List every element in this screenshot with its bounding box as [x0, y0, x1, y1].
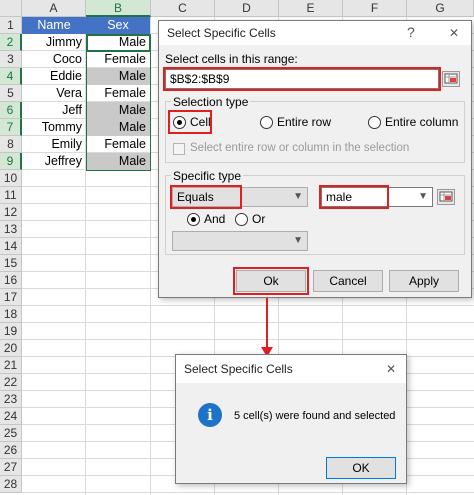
column-header-a[interactable]: A: [22, 0, 86, 17]
row-header-6[interactable]: 6: [0, 102, 22, 119]
row-header-28[interactable]: 28: [0, 476, 22, 493]
row-header-11[interactable]: 11: [0, 187, 22, 204]
dialog-titlebar[interactable]: Select Specific Cells ? ✕: [159, 21, 471, 45]
value-picker-icon[interactable]: [437, 189, 455, 205]
cell-name[interactable]: Jeffrey: [22, 153, 86, 170]
row-header-4[interactable]: 4: [0, 68, 22, 85]
cell-name[interactable]: Vera: [22, 85, 86, 102]
entire-column-label[interactable]: Entire column: [385, 115, 458, 129]
row-header-26[interactable]: 26: [0, 442, 22, 459]
row-header-15[interactable]: 15: [0, 255, 22, 272]
gridline: [22, 305, 474, 306]
value1-highlight-box: [319, 185, 389, 209]
row-header-25[interactable]: 25: [0, 425, 22, 442]
select-all-corner[interactable]: [0, 0, 22, 17]
result-message: 5 cell(s) were found and selected: [234, 410, 396, 422]
select-specific-cells-dialog: Select Specific Cells ? ✕ Select cells i…: [158, 20, 472, 298]
apply-button[interactable]: Apply: [389, 270, 459, 292]
row-header-14[interactable]: 14: [0, 238, 22, 255]
cell-name[interactable]: Jimmy: [22, 34, 86, 51]
selection-type-label: Selection type: [171, 95, 251, 109]
result-ok-button[interactable]: OK: [326, 457, 396, 479]
chevron-down-icon: ▼: [293, 191, 303, 202]
range-label: Select cells in this range:: [165, 52, 298, 66]
column-header-e[interactable]: E: [279, 0, 343, 17]
row-header-12[interactable]: 12: [0, 204, 22, 221]
active-cell-border: [86, 34, 151, 52]
column-header-f[interactable]: F: [343, 0, 407, 17]
row-header-27[interactable]: 27: [0, 459, 22, 476]
and-label[interactable]: And: [204, 212, 225, 226]
row-header-7[interactable]: 7: [0, 119, 22, 136]
cancel-button[interactable]: Cancel: [313, 270, 383, 292]
annotation-arrow-line: [266, 298, 268, 350]
column-header-d[interactable]: D: [215, 0, 279, 17]
column-header-b[interactable]: B: [86, 0, 151, 17]
row-header-3[interactable]: 3: [0, 51, 22, 68]
select-entire-label: Select entire row or column in the selec…: [190, 142, 410, 154]
entire-row-radio[interactable]: [260, 116, 273, 129]
entire-row-label[interactable]: Entire row: [277, 115, 331, 129]
cell-name[interactable]: Eddie: [22, 68, 86, 85]
cell-highlight-box: [168, 110, 212, 134]
row-header-10[interactable]: 10: [0, 170, 22, 187]
row-header-21[interactable]: 21: [0, 357, 22, 374]
help-icon[interactable]: ?: [407, 24, 415, 40]
column-header-c[interactable]: C: [151, 0, 215, 17]
cell-name[interactable]: Emily: [22, 136, 86, 153]
selection-range-border: [86, 34, 151, 171]
range-picker-icon[interactable]: [442, 71, 460, 87]
row-header-20[interactable]: 20: [0, 340, 22, 357]
chevron-down-icon: ▼: [293, 235, 303, 246]
or-label[interactable]: Or: [252, 212, 265, 226]
row-header-16[interactable]: 16: [0, 272, 22, 289]
result-titlebar[interactable]: Select Specific Cells ✕: [176, 355, 406, 383]
gridline: [22, 339, 474, 340]
row-header-9[interactable]: 9: [0, 153, 22, 170]
column-header-g[interactable]: G: [407, 0, 474, 17]
cell-name[interactable]: Jeff: [22, 102, 86, 119]
select-entire-checkbox[interactable]: [173, 143, 185, 155]
gridline: [22, 322, 474, 323]
row-header-13[interactable]: 13: [0, 221, 22, 238]
row-header-23[interactable]: 23: [0, 391, 22, 408]
cell-name[interactable]: Coco: [22, 51, 86, 68]
result-dialog: Select Specific Cells ✕ i 5 cell(s) were…: [175, 354, 407, 484]
chevron-down-icon: ▼: [418, 191, 428, 202]
close-icon[interactable]: ✕: [386, 362, 396, 376]
row-header-24[interactable]: 24: [0, 408, 22, 425]
row-header-22[interactable]: 22: [0, 374, 22, 391]
ok-highlight-box: [233, 267, 309, 295]
specific-type-label: Specific type: [171, 169, 244, 183]
row-header-17[interactable]: 17: [0, 289, 22, 306]
entire-column-radio[interactable]: [368, 116, 381, 129]
info-icon: i: [198, 403, 222, 427]
close-icon[interactable]: ✕: [449, 26, 459, 40]
and-radio[interactable]: [187, 213, 200, 226]
row-header-5[interactable]: 5: [0, 85, 22, 102]
row-header-19[interactable]: 19: [0, 323, 22, 340]
result-title: Select Specific Cells: [184, 362, 293, 376]
range-highlight-box: [163, 67, 441, 91]
condition1-highlight-box: [170, 185, 242, 209]
row-header-2[interactable]: 2: [0, 34, 22, 51]
cell-name[interactable]: Tommy: [22, 119, 86, 136]
gridline: [22, 492, 474, 493]
row-header-18[interactable]: 18: [0, 306, 22, 323]
header-cell-name[interactable]: Name: [22, 17, 86, 34]
header-cell-sex[interactable]: Sex: [86, 17, 150, 34]
row-header-1[interactable]: 1: [0, 17, 22, 34]
row-header-8[interactable]: 8: [0, 136, 22, 153]
condition2-select[interactable]: ▼: [172, 231, 308, 251]
or-radio[interactable]: [235, 213, 248, 226]
dialog-title: Select Specific Cells: [167, 26, 276, 40]
